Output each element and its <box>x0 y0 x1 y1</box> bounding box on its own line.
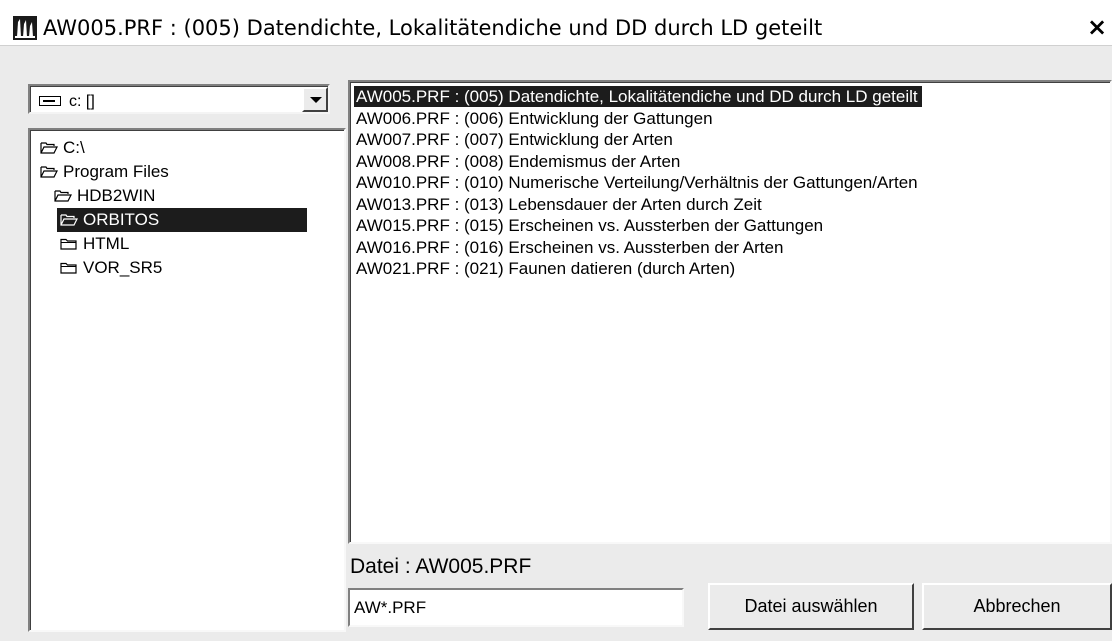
open-folder-icon <box>60 214 78 226</box>
file-list-item[interactable]: AW013.PRF : (013) Lebensdauer der Arten … <box>354 194 766 215</box>
file-list-item[interactable]: AW007.PRF : (007) Entwicklung der Arten <box>354 129 677 150</box>
filename-filter-input[interactable] <box>348 588 684 627</box>
chevron-down-icon[interactable] <box>302 87 328 112</box>
file-list[interactable]: AW005.PRF : (005) Datendichte, Lokalität… <box>348 80 1112 544</box>
file-list-item[interactable]: AW010.PRF : (010) Numerische Verteilung/… <box>354 172 922 193</box>
folder-tree-item[interactable]: ORBITOS <box>57 208 307 232</box>
open-folder-icon <box>40 142 58 154</box>
folder-tree-item-label: ORBITOS <box>83 210 160 229</box>
drive-icon <box>39 96 61 106</box>
folder-tree-item-label: VOR_SR5 <box>83 258 163 277</box>
file-list-item[interactable]: AW006.PRF : (006) Entwicklung der Gattun… <box>354 108 717 129</box>
folder-tree-item-label: Program Files <box>63 162 169 181</box>
app-icon <box>13 16 37 40</box>
window-title: AW005.PRF : (005) Datendichte, Lokalität… <box>43 16 823 40</box>
select-file-button[interactable]: Datei auswählen <box>708 583 914 630</box>
file-list-item[interactable]: AW008.PRF : (008) Endemismus der Arten <box>354 151 684 172</box>
folder-tree-item[interactable]: Program Files <box>37 160 169 184</box>
file-list-item[interactable]: AW021.PRF : (021) Faunen datieren (durch… <box>354 258 739 279</box>
close-button[interactable]: × <box>1082 12 1112 42</box>
folder-tree-item-label: HTML <box>83 234 130 253</box>
file-list-item[interactable]: AW015.PRF : (015) Erscheinen vs. Ausster… <box>354 215 827 236</box>
folder-tree-item[interactable]: HDB2WIN <box>51 184 155 208</box>
folder-tree[interactable]: C:\ Program Files HDB2WIN ORBITOS HTML VOR_SR… <box>28 128 346 632</box>
drive-select[interactable]: c: [] <box>28 84 330 114</box>
folder-tree-item-label: C:\ <box>63 138 85 157</box>
folder-tree-item[interactable]: HTML <box>57 232 129 256</box>
open-folder-icon <box>40 166 58 178</box>
cancel-button[interactable]: Abbrechen <box>922 583 1112 630</box>
folder-tree-item[interactable]: VOR_SR5 <box>57 256 162 280</box>
file-list-item[interactable]: AW005.PRF : (005) Datendichte, Lokalität… <box>354 86 922 107</box>
file-open-dialog: AW005.PRF : (005) Datendichte, Lokalität… <box>0 0 1112 641</box>
drive-select-value: c: [] <box>69 93 95 110</box>
file-list-item[interactable]: AW016.PRF : (016) Erscheinen vs. Ausster… <box>354 237 787 258</box>
folder-tree-item[interactable]: C:\ <box>37 136 85 160</box>
folder-tree-item-label: HDB2WIN <box>77 186 156 205</box>
closed-folder-icon <box>60 238 77 250</box>
selected-file-label: Datei : AW005.PRF <box>350 555 532 578</box>
title-bar[interactable]: AW005.PRF : (005) Datendichte, Lokalität… <box>0 0 1112 46</box>
closed-folder-icon <box>60 262 77 274</box>
open-folder-icon <box>54 190 72 202</box>
